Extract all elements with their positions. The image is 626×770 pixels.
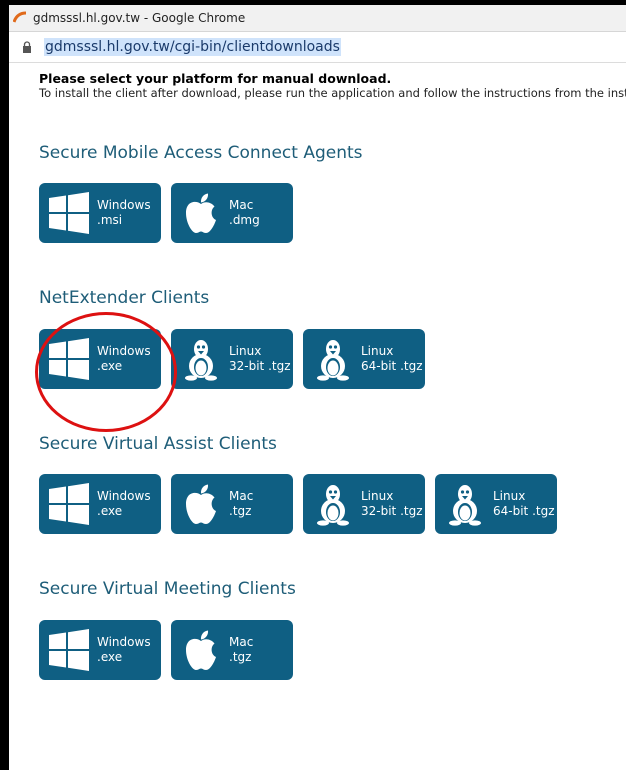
button-label: Mac [229,489,254,503]
button-label: Mac [229,635,254,649]
section-title-virtual-meeting: Secure Virtual Meeting Clients [39,579,296,599]
apple-icon [186,193,216,233]
button-sublabel: .dmg [229,213,260,227]
button-sublabel: .tgz [229,504,252,518]
button-label: Mac [229,198,254,212]
button-sublabel: 32-bit .tgz [361,504,423,518]
download-button-assist-mac[interactable]: Mac .tgz [171,474,293,534]
download-button-meeting-windows[interactable]: Windows .exe [39,620,161,680]
button-sublabel: 64-bit .tgz [361,359,423,373]
button-sublabel: 64-bit .tgz [493,504,555,518]
button-sublabel: .tgz [229,650,252,664]
window-title: gdmsssl.hl.gov.tw - Google Chrome [33,11,246,25]
button-label: Linux [361,344,394,358]
download-button-meeting-mac[interactable]: Mac .tgz [171,620,293,680]
button-sublabel: .exe [97,504,123,518]
windows-icon [49,192,89,234]
button-sublabel: 32-bit .tgz [229,359,291,373]
button-label: Windows [97,198,151,212]
windows-icon [49,629,89,671]
lock-icon[interactable] [22,41,32,53]
download-button-netextender-linux64[interactable]: Linux 64-bit .tgz [303,329,425,389]
section-title-virtual-assist: Secure Virtual Assist Clients [39,434,277,454]
button-sublabel: .msi [97,213,123,227]
button-label: Windows [97,635,151,649]
linux-icon [317,340,349,381]
browser-window: gdmsssl.hl.gov.tw - Google Chrome gdmsss… [0,0,626,770]
download-button-assist-linux64[interactable]: Linux 64-bit .tgz [435,474,557,534]
intro: Please select your platform for manual d… [39,71,626,101]
download-button-assist-linux32[interactable]: Linux 32-bit .tgz [303,474,425,534]
linux-icon [185,340,217,381]
button-label: Windows [97,489,151,503]
url-text[interactable]: gdmsssl.hl.gov.tw/cgi-bin/clientdownload… [44,38,341,56]
app-icon [13,11,27,23]
title-bar: gdmsssl.hl.gov.tw - Google Chrome [9,5,626,32]
windows-icon [49,483,89,525]
apple-icon [186,484,216,524]
address-bar[interactable]: gdmsssl.hl.gov.tw/cgi-bin/clientdownload… [9,32,626,63]
download-button-assist-windows[interactable]: Windows .exe [39,474,161,534]
section-title-mobile-connect: Secure Mobile Access Connect Agents [39,143,363,163]
linux-icon [449,485,481,526]
button-label: Linux [229,344,262,358]
download-button-sma-windows[interactable]: Windows .msi [39,183,161,243]
button-label: Linux [493,489,526,503]
button-label: Linux [361,489,394,503]
section-title-netextender: NetExtender Clients [39,288,210,308]
linux-icon [317,485,349,526]
button-sublabel: .exe [97,650,123,664]
download-button-netextender-linux32[interactable]: Linux 32-bit .tgz [171,329,293,389]
highlight-circle [35,312,177,432]
intro-heading: Please select your platform for manual d… [39,71,392,86]
intro-text: To install the client after download, pl… [39,86,626,100]
apple-icon [186,630,216,670]
download-button-sma-mac[interactable]: Mac .dmg [171,183,293,243]
